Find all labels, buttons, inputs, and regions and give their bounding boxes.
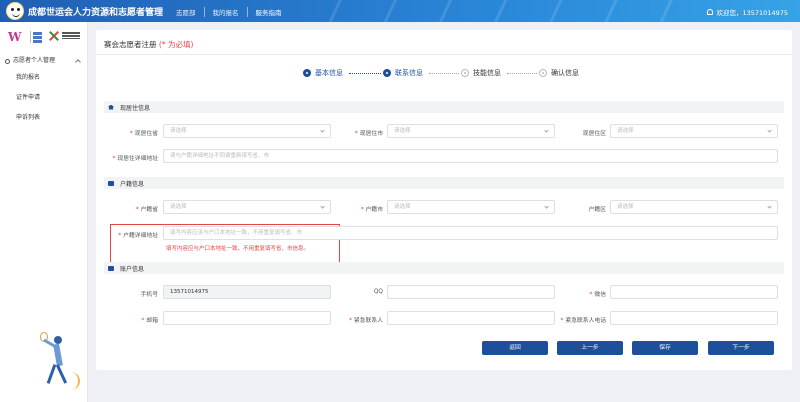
step-dot-icon <box>303 69 311 77</box>
emergency-phone-input[interactable] <box>610 311 778 325</box>
household-city-select[interactable]: 请选择 <box>387 200 555 214</box>
email-input[interactable] <box>163 311 331 325</box>
residence-province-label: * 现居住省 <box>129 131 158 137</box>
household-address-label: * 户籍详细地址 <box>118 233 158 239</box>
wechat-label: * 微信 <box>589 292 606 298</box>
required-note: (* 为必填) <box>158 40 194 49</box>
wechat-input[interactable] <box>610 285 778 299</box>
sidebar-logos: W <box>8 30 80 46</box>
section-household: 户籍信息 <box>104 177 784 189</box>
residence-address-input[interactable]: 请与户籍详细地址不同请重新填写省、市 <box>163 149 778 163</box>
residence-district-label: 现居住区 <box>582 131 606 137</box>
nav-item-my-registration[interactable]: 我的报名 <box>205 7 248 17</box>
games-name-logo-icon <box>30 31 44 43</box>
section-residence: 现居住信息 <box>104 101 784 113</box>
step-connector <box>507 73 537 74</box>
residence-city-label: * 现居住市 <box>354 131 383 137</box>
emergency-contact-input[interactable] <box>387 311 555 325</box>
top-nav: 志愿部 我的报名 服务指南 <box>168 7 290 17</box>
qq-input[interactable] <box>387 285 555 299</box>
header-decoration <box>310 0 690 22</box>
household-district-label: 户籍区 <box>588 207 606 213</box>
prev-step-button[interactable]: 上一步 <box>557 341 623 355</box>
home-icon <box>108 104 114 110</box>
divider <box>96 54 792 55</box>
residence-province-select[interactable]: 请选择 <box>163 124 331 138</box>
side-menu: 志愿者个人管理 我的报名 证件申请 申诉列表 <box>0 54 88 128</box>
user-icon <box>5 58 10 64</box>
residence-city-select[interactable]: 请选择 <box>387 124 555 138</box>
emergency-contact-label: * 紧急联系人 <box>349 318 383 324</box>
chevron-down-icon <box>767 204 772 209</box>
bell-icon[interactable] <box>706 9 713 15</box>
registration-panel: 赛会志愿者注册 (* 为必填) 基本信息 联系信息 技能信息 确认信息 现居住信… <box>96 30 792 370</box>
household-address-hint: 填写内容应与户口本地址一致，不用重复填写省、市信息。 <box>166 246 310 252</box>
phone-field: 13571014975 <box>163 285 331 299</box>
save-button[interactable]: 保存 <box>632 341 698 355</box>
step-connector <box>349 73 381 74</box>
step-indicator: 基本信息 联系信息 技能信息 确认信息 <box>303 67 603 79</box>
back-button[interactable]: 返回 <box>482 341 548 355</box>
email-label: * 邮箱 <box>141 318 158 324</box>
next-step-button[interactable]: 下一步 <box>708 341 774 355</box>
step-skill-info: 技能信息 <box>461 67 501 79</box>
household-address-input[interactable]: 填写内容应该与户口本地址一致，不用重复填写省、市 <box>163 226 778 240</box>
section-account: 账户信息 <box>104 262 784 274</box>
section-title: 现居住信息 <box>120 104 151 112</box>
step-basic-info: 基本信息 <box>303 67 343 79</box>
page-title-text: 赛会志愿者注册 <box>104 40 157 49</box>
step-connector <box>429 73 459 74</box>
step-dot-icon <box>383 69 391 77</box>
section-title: 账户信息 <box>120 265 145 273</box>
world-games-logo-icon: W <box>8 30 22 44</box>
nav-item-volunteer-dept[interactable]: 志愿部 <box>168 7 205 17</box>
chevron-down-icon <box>320 128 325 133</box>
page-title: 赛会志愿者注册 (* 为必填) <box>104 39 193 50</box>
step-dot-icon <box>539 69 547 77</box>
emergency-phone-label: * 紧急联系人电话 <box>560 318 607 324</box>
chevron-down-icon <box>544 204 549 209</box>
household-district-select[interactable]: 请选择 <box>610 200 778 214</box>
id-card-icon <box>108 180 114 186</box>
chevron-up-icon <box>75 59 81 65</box>
chevron-down-icon <box>544 128 549 133</box>
app-title: 成都世运会人力资源和志愿者管理 <box>28 8 164 18</box>
user-area[interactable]: 欢迎您，13571014975 <box>706 7 789 17</box>
id-card-icon <box>108 265 114 271</box>
volunteer-logo-icon <box>48 30 60 42</box>
household-city-label: * 户籍市 <box>360 207 383 213</box>
residence-district-select[interactable]: 请选择 <box>610 124 778 138</box>
sidebar-group-volunteer[interactable]: 志愿者个人管理 <box>0 54 88 68</box>
sidebar-item-appeals[interactable]: 申诉列表 <box>0 108 88 128</box>
top-header: 成都世运会人力资源和志愿者管理 志愿部 我的报名 服务指南 欢迎您，135710… <box>0 0 800 22</box>
chevron-down-icon <box>320 204 325 209</box>
step-confirm-info: 确认信息 <box>539 67 579 79</box>
phone-label: 手机号 <box>140 292 158 298</box>
mascot-logo-icon <box>6 2 24 20</box>
nav-item-service-guide[interactable]: 服务指南 <box>248 7 290 17</box>
volunteer-text-logo-icon <box>62 31 80 43</box>
sidebar-group-label: 志愿者个人管理 <box>13 57 56 64</box>
step-dot-icon <box>461 69 469 77</box>
qq-label: QQ <box>373 289 383 295</box>
sidebar-item-certificate[interactable]: 证件申请 <box>0 88 88 108</box>
athlete-illustration <box>40 332 82 392</box>
step-contact-info: 联系信息 <box>383 67 423 79</box>
user-greeting[interactable]: 欢迎您，13571014975 <box>717 7 789 17</box>
sidebar-item-my-registration[interactable]: 我的报名 <box>0 68 88 88</box>
sidebar: W 志愿者个人管理 我的报名 证件申请 申诉列表 <box>0 22 88 402</box>
chevron-down-icon <box>767 128 772 133</box>
household-province-label: * 户籍省 <box>135 207 158 213</box>
section-title: 户籍信息 <box>120 180 145 188</box>
household-province-select[interactable]: 请选择 <box>163 200 331 214</box>
residence-address-label: * 现居住详细地址 <box>112 156 159 162</box>
